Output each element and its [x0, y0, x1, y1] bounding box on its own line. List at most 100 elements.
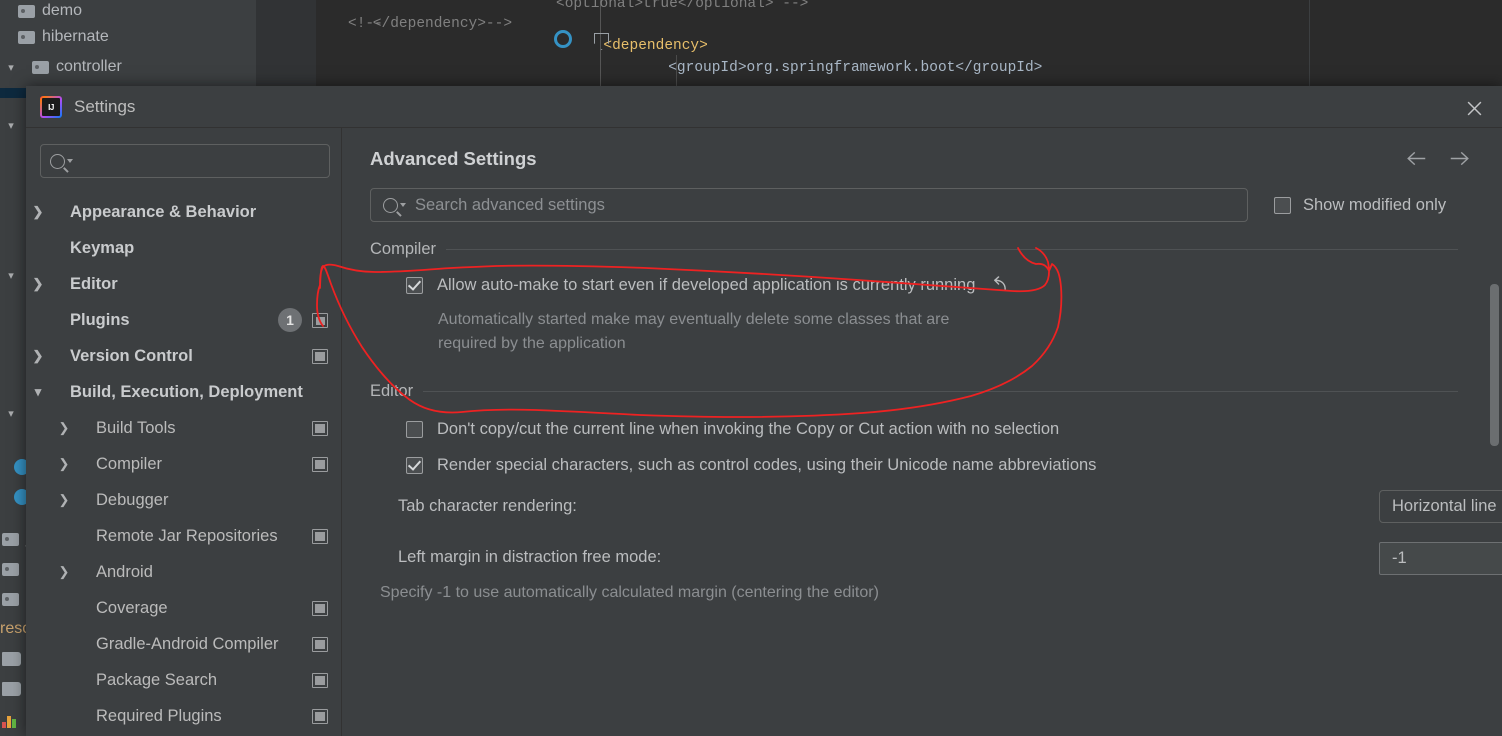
settings-main-panel: Advanced Settings Search advanced settin… — [342, 128, 1502, 736]
group-title: Compiler — [370, 240, 437, 258]
sidebar-item-label: Debugger — [96, 490, 169, 509]
sidebar-item-label: Gradle-Android Compiler — [96, 634, 279, 653]
sidebar-item-gradle-android-compiler[interactable]: Gradle-Android Compiler — [26, 626, 342, 662]
chevron-right-icon[interactable]: ❯ — [26, 276, 50, 292]
option-label-text: Allow auto-make to start even if develop… — [437, 276, 976, 294]
group-title: Editor — [370, 382, 414, 400]
revert-icon[interactable] — [990, 276, 1009, 298]
project-level-setting-icon — [312, 312, 328, 328]
editor-right-pane — [1309, 0, 1502, 95]
checkbox-box[interactable] — [406, 421, 423, 438]
code-line: <groupId>org.springframework.boot</group… — [616, 60, 1043, 76]
sidebar-item-build-tools[interactable]: ❯ Build Tools — [26, 410, 342, 446]
main-scrollbar[interactable] — [1490, 128, 1499, 736]
sidebar-item-debugger[interactable]: ❯ Debugger — [26, 482, 342, 518]
sidebar-item-label: Android — [96, 562, 153, 581]
dialog-titlebar[interactable]: IJ Settings — [26, 86, 1502, 128]
chevron-down-icon[interactable] — [67, 159, 73, 163]
chevron-right-icon[interactable]: ❯ — [52, 456, 76, 472]
sidebar-item-android[interactable]: ❯ Android — [26, 554, 342, 590]
checkbox-box[interactable] — [406, 277, 423, 294]
folder-icon — [32, 60, 49, 74]
chevron-down-icon[interactable]: ▾ — [4, 269, 18, 282]
arrow-left-icon[interactable] — [1406, 150, 1427, 172]
option-allow-auto-make[interactable]: Allow auto-make to start even if develop… — [370, 275, 1502, 298]
sidebar-item-required-plugins[interactable]: Required Plugins — [26, 698, 342, 734]
project-level-setting-icon — [312, 348, 328, 364]
group-header: Editor — [370, 382, 1502, 401]
intellij-idea-logo-icon: IJ — [40, 96, 62, 118]
project-level-setting-icon — [312, 420, 328, 436]
sidebar-item-label: Compiler — [96, 454, 163, 473]
chevron-down-icon[interactable]: ▾ — [4, 407, 18, 420]
option-dont-copy-cut[interactable]: Don't copy/cut the current line when inv… — [370, 419, 1502, 439]
nav-arrows[interactable] — [1406, 148, 1502, 172]
folder-icon — [2, 562, 19, 576]
tree-row-controller[interactable]: ▾ controller — [0, 52, 122, 82]
sidebar-item-remote-jar-repositories[interactable]: Remote Jar Repositories — [26, 518, 342, 554]
field-label: Tab character rendering: — [398, 497, 577, 515]
show-modified-only-checkbox[interactable]: Show modified only — [1274, 196, 1446, 215]
arrow-right-icon[interactable] — [1449, 150, 1470, 172]
close-icon[interactable] — [1460, 94, 1488, 122]
sidebar-item-appearance-behavior[interactable]: ❯ Appearance & Behavior — [26, 194, 342, 230]
search-icon — [50, 153, 65, 169]
sidebar-item-label: Version Control — [70, 346, 193, 365]
sidebar-search-input[interactable] — [40, 144, 330, 178]
option-label: Don't copy/cut the current line when inv… — [437, 420, 1060, 438]
chevron-right-icon[interactable]: ❯ — [26, 348, 50, 364]
sidebar-item-label: Plugins — [70, 310, 130, 329]
sidebar-item-editor[interactable]: ❯ Editor — [26, 266, 342, 302]
sidebar-item-build-execution-deployment[interactable]: ▾ Build, Execution, Deployment — [26, 374, 342, 410]
logo-text: IJ — [42, 98, 60, 116]
group-rule — [423, 391, 1458, 392]
scrollbar-thumb[interactable] — [1490, 284, 1499, 446]
editor-area[interactable]: 29 30 31 32 <optional>true</optional> --… — [256, 0, 1502, 95]
folder-icon — [2, 532, 19, 546]
folder-icon — [2, 592, 19, 606]
sidebar-item-package-search[interactable]: Package Search — [26, 662, 342, 698]
settings-sidebar[interactable]: ❯ Appearance & Behavior Keymap ❯ Editor Plugi… — [26, 128, 342, 736]
field-label: Left margin in distraction free mode: — [398, 548, 662, 566]
chevron-right-icon[interactable]: ❯ — [26, 204, 50, 220]
project-level-setting-icon — [312, 528, 328, 544]
sidebar-item-plugins[interactable]: Plugins 1 — [26, 302, 342, 338]
tree-row-hibernate[interactable]: hibernate — [0, 22, 109, 52]
folder-icon — [18, 30, 35, 44]
chevron-right-icon[interactable]: ❯ — [52, 492, 76, 508]
chevron-right-icon[interactable]: ❯ — [52, 564, 76, 580]
main-header: Advanced Settings — [342, 128, 1502, 172]
sidebar-item-coverage[interactable]: Coverage — [26, 590, 342, 626]
option-label: Allow auto-make to start even if develop… — [437, 275, 1009, 298]
sidebar-item-label: Keymap — [70, 238, 135, 257]
sidebar-item-label: Required Plugins — [96, 706, 222, 725]
folder-icon — [18, 4, 35, 18]
sidebar-item-version-control[interactable]: ❯ Version Control — [26, 338, 342, 374]
code-line: <optional>true</optional> --> — [556, 0, 809, 12]
sidebar-item-label: Build Tools — [96, 418, 176, 437]
select-value: Horizontal line — [1392, 497, 1497, 515]
settings-category-tree[interactable]: ❯ Appearance & Behavior Keymap ❯ Editor Plugi… — [26, 194, 342, 734]
sidebar-item-label: Package Search — [96, 670, 218, 689]
chart-icon — [2, 714, 20, 728]
search-icon — [383, 197, 398, 213]
tree-label: demo — [42, 2, 83, 19]
chevron-down-icon[interactable]: ▾ — [26, 384, 50, 400]
checkbox-box[interactable] — [406, 457, 423, 474]
chevron-down-icon[interactable] — [400, 203, 406, 207]
settings-dialog[interactable]: IJ Settings ❯ Appearance & Behavior Keymap… — [26, 86, 1502, 736]
tree-label: controller — [56, 58, 122, 75]
sidebar-item-keymap[interactable]: Keymap — [26, 230, 342, 266]
run-icon[interactable] — [554, 30, 572, 48]
search-advanced-settings-input[interactable]: Search advanced settings — [370, 188, 1248, 222]
chevron-down-icon[interactable]: ▾ — [4, 61, 18, 74]
sidebar-item-compiler[interactable]: ❯ Compiler — [26, 446, 342, 482]
sidebar-item-label: Editor — [70, 274, 118, 293]
checkbox-box[interactable] — [1274, 196, 1291, 214]
chevron-right-icon[interactable]: ❯ — [52, 420, 76, 436]
option-render-special-chars[interactable]: Render special characters, such as contr… — [370, 455, 1502, 475]
left-margin-input[interactable]: -1 — [1379, 542, 1502, 575]
tab-rendering-select[interactable]: Horizontal line — [1379, 490, 1502, 523]
project-level-setting-icon — [312, 600, 328, 616]
chevron-down-icon[interactable]: ▾ — [4, 119, 18, 132]
